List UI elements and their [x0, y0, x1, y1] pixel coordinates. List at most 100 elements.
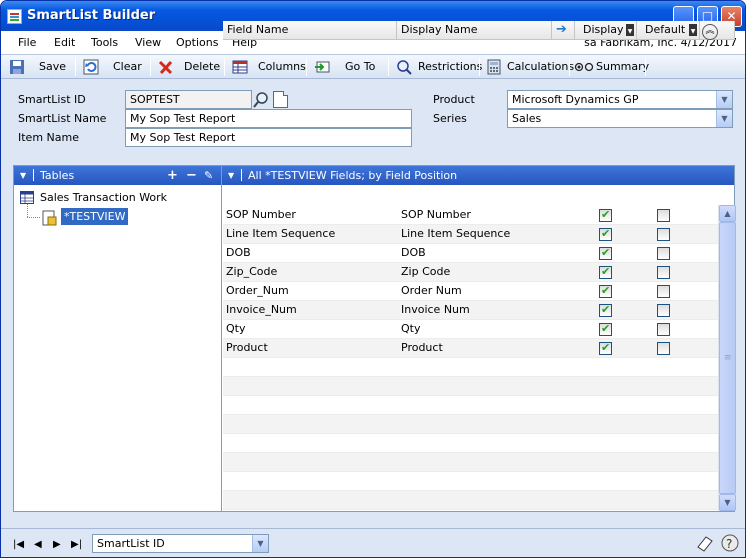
chevron-down-icon[interactable]: ▼	[689, 24, 697, 36]
calculations-button[interactable]: Calculations	[486, 58, 574, 76]
menu-view[interactable]: View	[135, 36, 161, 49]
remove-table-icon[interactable]: −	[186, 166, 197, 185]
field-name-cell: Zip_Code	[226, 265, 278, 278]
display-checkbox[interactable]	[599, 265, 612, 279]
col-default[interactable]: Default ▼	[637, 21, 700, 40]
display-checkbox[interactable]	[599, 322, 612, 336]
empty-row	[223, 396, 718, 415]
columns-button[interactable]: Columns	[232, 58, 306, 76]
fields-header: ▼ All *TESTVIEW Fields; by Field Positio…	[222, 166, 734, 185]
add-table-icon[interactable]: +	[167, 166, 178, 185]
menu-options[interactable]: Options	[176, 36, 218, 49]
display-checkbox[interactable]	[599, 208, 612, 222]
edit-table-icon[interactable]: ✎	[204, 166, 213, 185]
series-dropdown[interactable]: Sales ▼	[507, 109, 733, 128]
svg-text:?: ?	[726, 537, 732, 551]
col-display[interactable]: Display ▼	[575, 21, 637, 40]
menu-edit[interactable]: Edit	[54, 36, 75, 49]
smartlist-name-field[interactable]: My Sop Test Report	[125, 109, 412, 128]
next-record-icon[interactable]: ▶	[53, 539, 61, 550]
smartlist-id-label: SmartList ID	[18, 93, 86, 106]
double-chevron-up-icon: ︽	[702, 24, 718, 40]
smartlist-name-label: SmartList Name	[18, 112, 107, 125]
restrictions-button[interactable]: Restrictions	[396, 58, 482, 76]
move-right-button[interactable]: ➔	[552, 21, 575, 40]
display-checkbox[interactable]	[599, 246, 612, 260]
menu-tools[interactable]: Tools	[91, 36, 118, 49]
table-row[interactable]: DOB DOB	[223, 244, 718, 263]
lookup-button[interactable]	[252, 90, 270, 109]
delete-button[interactable]: Delete	[158, 58, 220, 76]
item-name-field[interactable]: My Sop Test Report	[125, 128, 412, 147]
table-row[interactable]: Invoice_Num Invoice Num	[223, 301, 718, 320]
collapse-rows-button[interactable]: ︽	[700, 21, 735, 40]
help-icon[interactable]: ?	[721, 534, 739, 552]
display-name-cell[interactable]: Invoice Num	[401, 303, 470, 316]
clear-button[interactable]: Clear	[83, 58, 145, 76]
col-display-name[interactable]: Display Name	[397, 21, 552, 40]
table-row[interactable]: Qty Qty	[223, 320, 718, 339]
display-checkbox[interactable]	[599, 341, 612, 355]
chevron-down-icon[interactable]: ▼	[626, 24, 634, 36]
tree-item-selected[interactable]: *TESTVIEW	[61, 208, 129, 225]
vertical-scrollbar[interactable]: ▲ ≡ ▼	[718, 205, 736, 511]
display-name-cell[interactable]: Order Num	[401, 284, 462, 297]
menu-file[interactable]: File	[18, 36, 36, 49]
item-name-label: Item Name	[18, 131, 79, 144]
display-checkbox[interactable]	[599, 303, 612, 317]
delete-icon	[158, 60, 173, 75]
table-row[interactable]: Zip_Code Zip Code	[223, 263, 718, 282]
display-checkbox[interactable]	[599, 227, 612, 241]
product-dropdown[interactable]: Microsoft Dynamics GP ▼	[507, 90, 733, 109]
summary-button[interactable]: Summary	[574, 58, 649, 76]
series-label: Series	[433, 112, 467, 125]
chevron-down-icon: ▼	[252, 535, 268, 552]
empty-row	[223, 415, 718, 434]
table-row[interactable]: Line Item Sequence Line Item Sequence	[223, 225, 718, 244]
sort-by-dropdown[interactable]: SmartList ID ▼	[92, 534, 269, 553]
collapse-icon[interactable]: ▼	[228, 166, 234, 185]
default-checkbox[interactable]	[657, 247, 670, 260]
field-name-cell: SOP Number	[226, 208, 296, 221]
default-checkbox[interactable]	[657, 209, 670, 222]
first-record-icon[interactable]: |◀	[13, 539, 24, 550]
tables-panel: ▼ Tables + − ✎ Sales Transaction Work *T…	[13, 165, 222, 512]
note-icon	[283, 91, 288, 96]
col-field-name[interactable]: Field Name	[223, 21, 397, 40]
toolbar-separator	[75, 58, 76, 76]
display-name-cell[interactable]: Product	[401, 341, 443, 354]
display-name-cell[interactable]: DOB	[401, 246, 426, 259]
display-name-cell[interactable]: SOP Number	[401, 208, 471, 221]
tree-item-parent[interactable]: Sales Transaction Work	[40, 191, 167, 204]
display-checkbox[interactable]	[599, 284, 612, 298]
default-checkbox[interactable]	[657, 285, 670, 298]
smartlist-id-field[interactable]: SOPTEST	[125, 90, 252, 109]
window-title: SmartList Builder	[27, 8, 156, 23]
display-name-cell[interactable]: Zip Code	[401, 265, 450, 278]
table-row[interactable]: Product Product	[223, 339, 718, 358]
table-row[interactable]: SOP Number SOP Number	[223, 206, 718, 225]
note-icon[interactable]	[696, 535, 714, 553]
default-checkbox[interactable]	[657, 304, 670, 317]
lookup-icon	[253, 92, 268, 108]
last-record-icon[interactable]: ▶|	[71, 539, 82, 550]
save-button[interactable]: Save	[9, 58, 71, 76]
collapse-icon[interactable]: ▼	[20, 166, 26, 185]
toolbar-separator	[479, 58, 480, 76]
default-checkbox[interactable]	[657, 342, 670, 355]
goto-button[interactable]: Go To	[314, 58, 380, 76]
table-row[interactable]: Order_Num Order Num	[223, 282, 718, 301]
default-checkbox[interactable]	[657, 323, 670, 336]
previous-record-icon[interactable]: ◀	[34, 539, 42, 550]
default-checkbox[interactable]	[657, 266, 670, 279]
display-name-cell[interactable]: Qty	[401, 322, 420, 335]
header-divider	[33, 169, 34, 181]
toolbar-separator	[569, 58, 570, 76]
note-button[interactable]	[273, 91, 288, 108]
scroll-thumb[interactable]: ≡	[719, 222, 736, 494]
scroll-up-button[interactable]: ▲	[719, 205, 736, 222]
default-checkbox[interactable]	[657, 228, 670, 241]
display-name-cell[interactable]: Line Item Sequence	[401, 227, 510, 240]
scroll-down-button[interactable]: ▼	[719, 494, 736, 511]
columns-icon	[232, 60, 248, 74]
